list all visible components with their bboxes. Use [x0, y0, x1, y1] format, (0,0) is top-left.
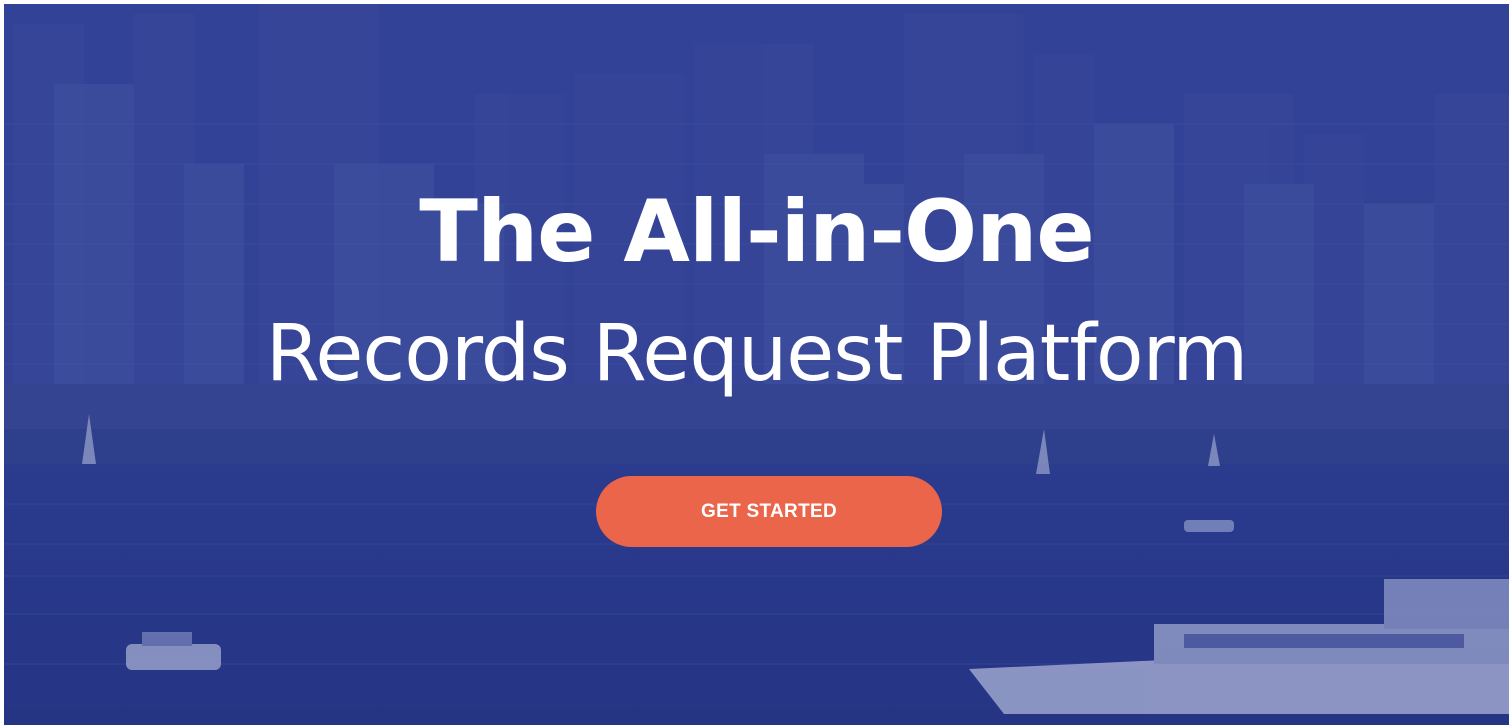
hero-headline-secondary: Records Request Platform: [265, 309, 1249, 399]
hero-headline-primary: The All-in-One: [419, 182, 1094, 282]
hero-section: The All-in-One Records Request Platform …: [4, 4, 1509, 725]
get-started-button[interactable]: GET STARTED: [596, 476, 942, 547]
